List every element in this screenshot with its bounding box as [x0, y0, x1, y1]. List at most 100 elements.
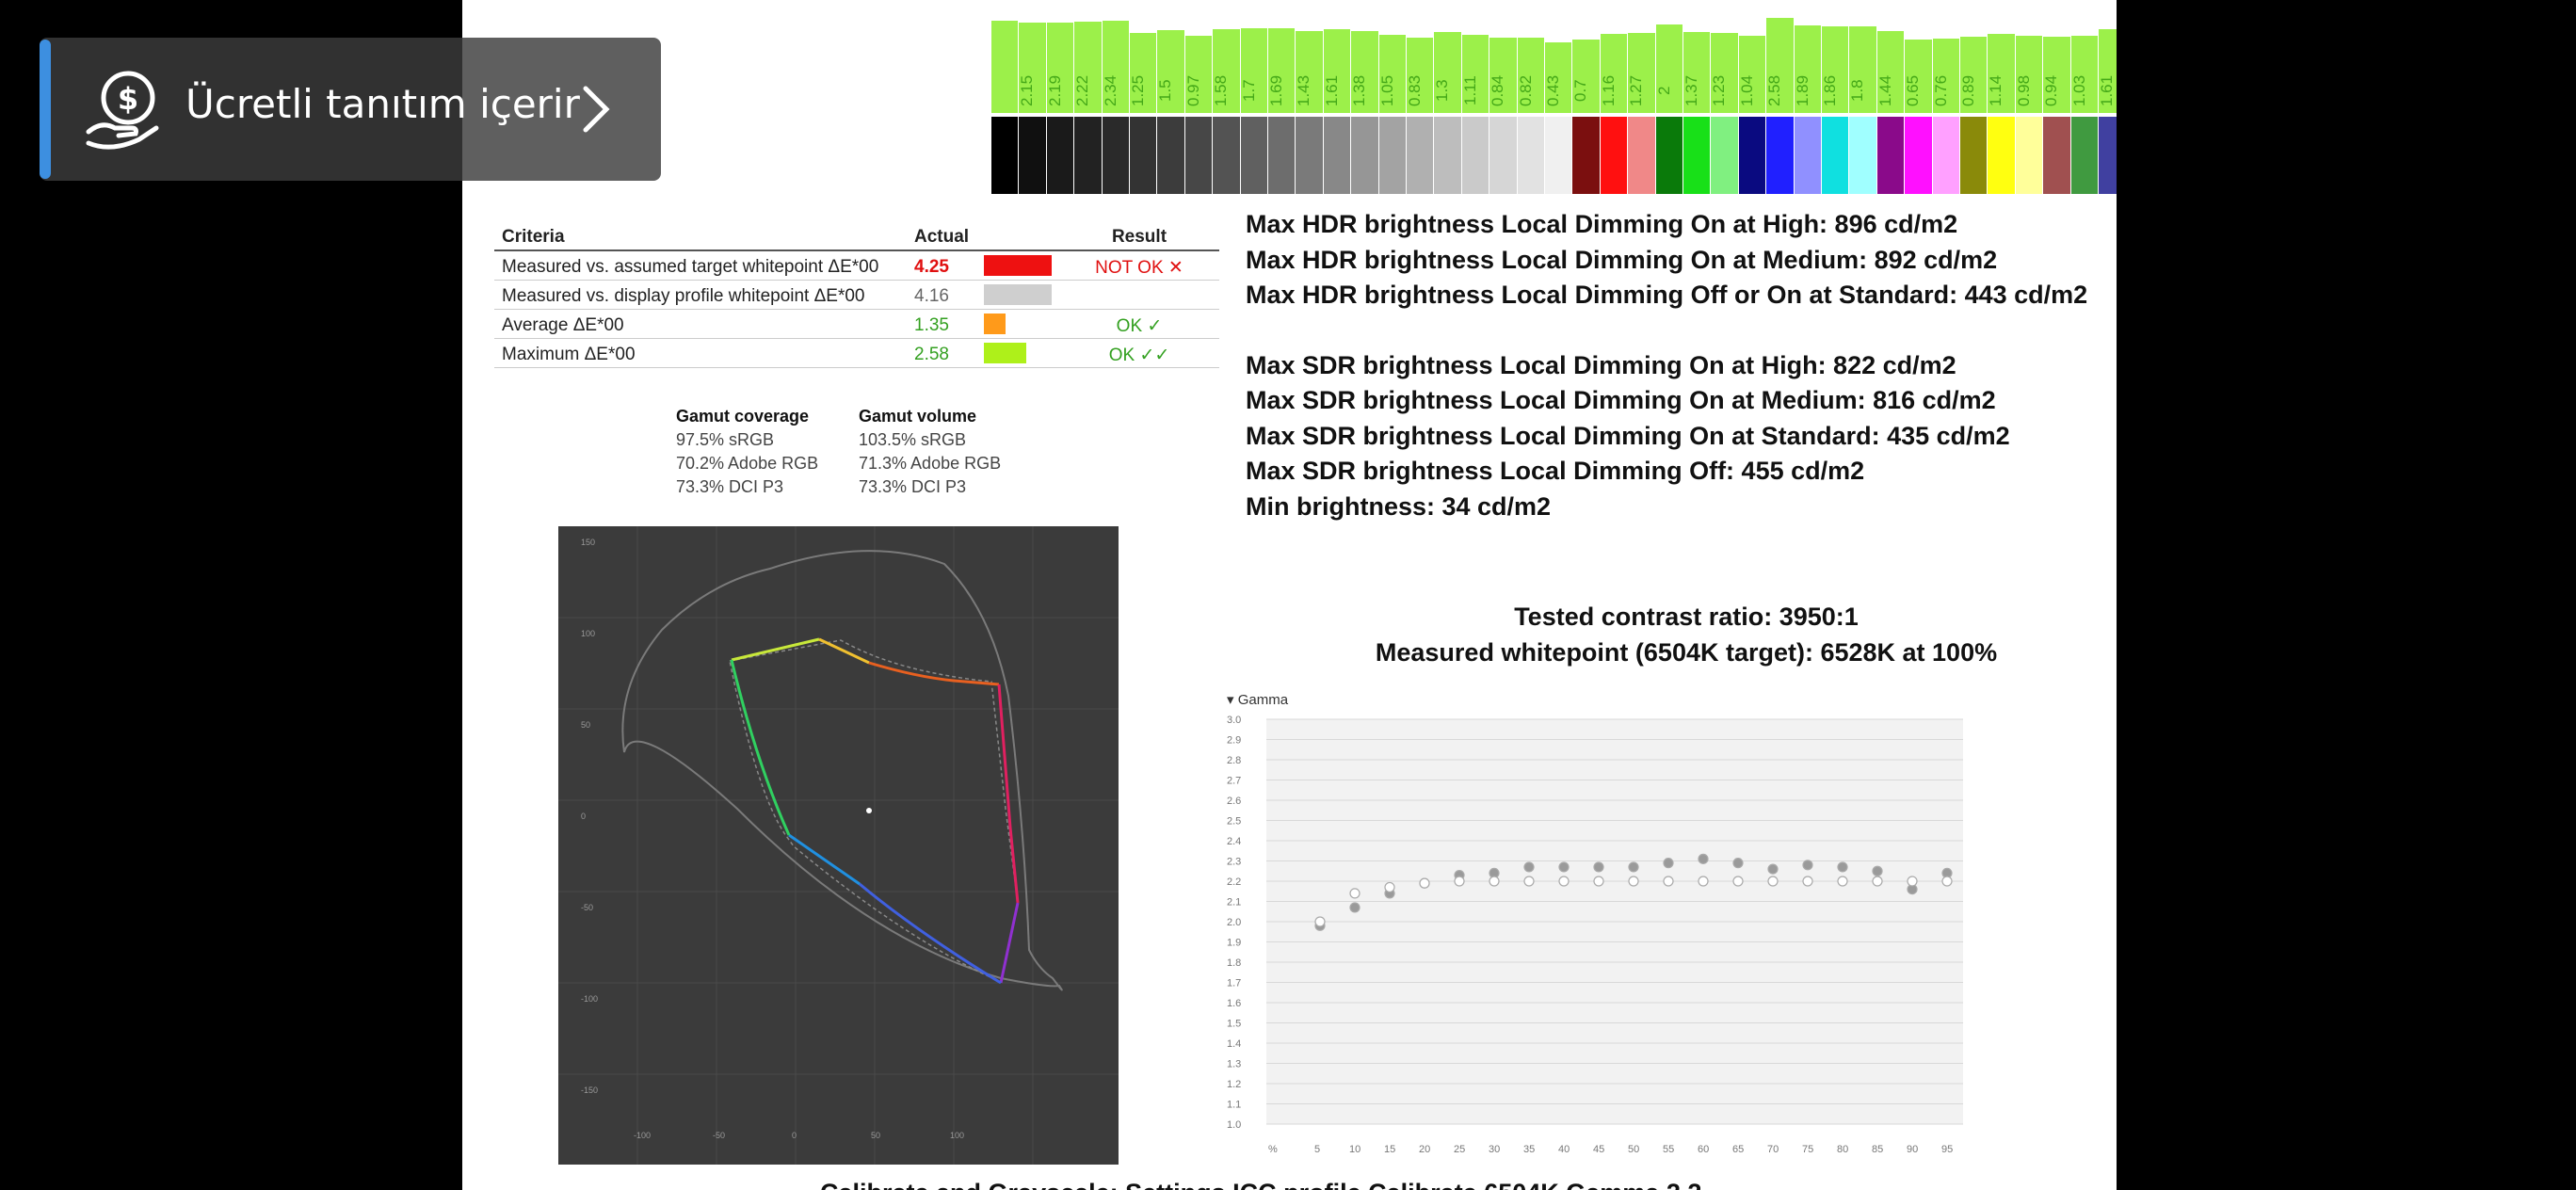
patch-swatch [1434, 117, 1461, 194]
x-tick-label: 5 [1314, 1144, 1320, 1155]
criteria-bar [984, 284, 1052, 305]
x-tick-label: % [1268, 1144, 1278, 1155]
patch: 0.97 [1184, 0, 1213, 198]
criteria-label: Measured vs. assumed target whitepoint Δ… [502, 257, 879, 277]
patch-swatch [991, 117, 1019, 194]
patch: 1.86 [1821, 0, 1849, 198]
gamut-volume-adobe: 71.3% Adobe RGB [859, 454, 1002, 473]
paid-promotion-label[interactable]: Ücretli tanıtım içerir [185, 81, 580, 127]
patch-swatch [1046, 117, 1074, 194]
x-tick-label: 60 [1698, 1144, 1709, 1155]
banner-accent [40, 40, 51, 179]
patch-swatch [1822, 117, 1849, 194]
y-tick-label: 1.9 [1227, 938, 1241, 949]
patch: 1.61 [2098, 0, 2117, 198]
patch-delta-value: 1.03 [2069, 74, 2088, 106]
patch: 2.15 [1018, 0, 1046, 198]
patch-swatch [1683, 117, 1711, 194]
cie-x-tick: 100 [950, 1131, 964, 1140]
x-tick-label: 35 [1523, 1144, 1535, 1155]
cie-y-tick: -100 [581, 994, 598, 1004]
patch-delta-value: 1.27 [1627, 74, 1646, 106]
patch-swatch [1794, 117, 1821, 194]
patch: 1.61 [1322, 0, 1351, 198]
y-tick-label: 1.2 [1227, 1079, 1241, 1090]
chart-title: ▾ Gamma [1227, 692, 1289, 708]
gamma-point [1732, 858, 1744, 869]
patch-delta-value: 2 [1654, 86, 1673, 95]
patch-delta-value: 2.58 [1765, 74, 1784, 106]
patch-swatch [1461, 117, 1489, 194]
criteria-actual: 4.25 [914, 257, 949, 277]
gamma-point [1941, 876, 1953, 887]
cie-y-tick: -150 [581, 1085, 598, 1095]
gamma-point [1907, 876, 1918, 887]
patch-delta-value: 1.43 [1295, 74, 1313, 106]
patch: 2.22 [1073, 0, 1102, 198]
patch-swatch [2070, 117, 2098, 194]
y-tick-label: 1.6 [1227, 998, 1241, 1009]
y-tick-label: 2.0 [1227, 917, 1241, 928]
chevron-right-icon[interactable] [580, 85, 612, 138]
brightness-line: Max SDR brightness Local Dimming On at M… [1246, 386, 1996, 414]
brightness-line: Min brightness: 34 cd/m2 [1246, 491, 1552, 521]
criteria-row: Average ΔE*00 1.35 OK ✓ [494, 310, 1219, 339]
x-tick-label: 90 [1907, 1144, 1918, 1155]
criteria-label: Measured vs. display profile whitepoint … [502, 286, 865, 306]
patch-delta-value: 1.58 [1212, 74, 1231, 106]
criteria-bar [984, 314, 1006, 334]
patch-delta-value: 1.04 [1737, 74, 1756, 106]
criteria-header: Criteria Actual Result [494, 221, 1219, 251]
gamma-point [1384, 881, 1395, 893]
paid-promotion-banner[interactable]: $ Ücretli tanıtım içerir [40, 38, 661, 181]
patch-delta-value: 1.61 [1322, 74, 1341, 106]
x-tick-label: 55 [1663, 1144, 1674, 1155]
patch: 1.43 [1295, 0, 1323, 198]
gamma-point [1663, 876, 1674, 887]
patch-swatch [1102, 117, 1129, 194]
bottom-caption: Calibrate and Grayscale: Settings.ICC pr… [820, 1179, 1701, 1190]
gamut-coverage-adobe: 70.2% Adobe RGB [676, 454, 819, 473]
patch-delta-value: 0.89 [1959, 74, 1977, 106]
brightness-line: Max SDR brightness Local Dimming On at S… [1246, 421, 2010, 450]
patch: 1.04 [1737, 0, 1766, 198]
y-tick-label: 2.1 [1227, 897, 1241, 909]
patch-swatch [1545, 117, 1572, 194]
svg-text:$: $ [118, 81, 138, 117]
patch: 0.7 [1571, 0, 1600, 198]
x-tick-label: 10 [1349, 1144, 1360, 1155]
patch-delta-value: 0.98 [2014, 74, 2033, 106]
y-tick-label: 1.8 [1227, 957, 1241, 969]
gamut-volume-title: Gamut volume [859, 407, 977, 426]
brightness-spacer [1246, 314, 2087, 348]
measured-whitepoint: Measured whitepoint (6504K target): 6528… [1375, 638, 1998, 667]
patch-swatch [2099, 117, 2117, 194]
patch-delta-value: 0.7 [1571, 79, 1590, 102]
patch-delta-value: 1.37 [1682, 74, 1700, 106]
patch-swatch [1019, 117, 1046, 194]
brightness-line: Max SDR brightness Local Dimming Off: 45… [1246, 457, 1865, 485]
x-tick-label: 40 [1558, 1144, 1570, 1155]
patch: 0.76 [1932, 0, 1959, 198]
gamma-point [1489, 876, 1500, 887]
y-tick-label: 2.2 [1227, 876, 1241, 888]
gamma-point [1837, 861, 1848, 873]
patch-delta-value: 0.65 [1904, 74, 1923, 106]
gamut-coverage: Gamut coverage 97.5% sRGB 70.2% Adobe RG… [676, 405, 818, 499]
gamma-point [1872, 876, 1883, 887]
review-page: 2.15 2.19 2.22 2.34 1.25 1.5 0.97 1.58 1.7 1.69 1.… [462, 0, 2117, 1190]
patch-delta-value: 1.44 [1876, 74, 1894, 106]
patch-delta-value: 0.94 [2042, 74, 2061, 106]
gamut-volume: Gamut volume 103.5% sRGB 71.3% Adobe RGB… [859, 405, 1001, 499]
patch: 1.37 [1682, 0, 1711, 198]
criteria-actual: 1.35 [914, 315, 949, 335]
gamut-coverage-dcip3: 73.3% DCI P3 [676, 477, 784, 496]
x-tick-label: 70 [1767, 1144, 1779, 1155]
gamma-point [1349, 888, 1360, 899]
patch: 0.84 [1489, 0, 1517, 198]
patch: 1.8 [1848, 0, 1876, 198]
grayscale-color-patches: 2.15 2.19 2.22 2.34 1.25 1.5 0.97 1.58 1.7 1.69 1.… [991, 0, 2117, 198]
patch-delta-value: 2.19 [1045, 74, 1064, 106]
patch-swatch [1517, 117, 1544, 194]
gamma-point [1767, 863, 1779, 875]
